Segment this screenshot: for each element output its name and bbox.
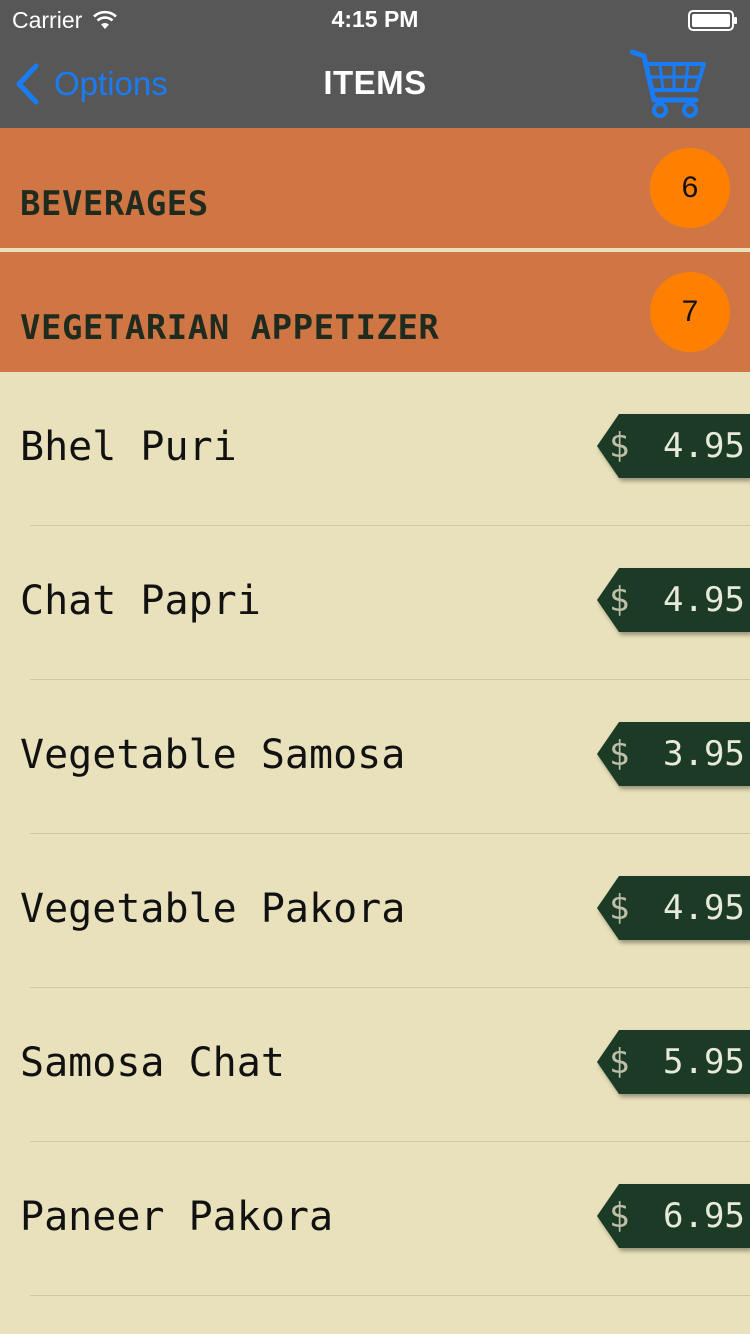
item-list: Bhel Puri $ 4.95 Chat Papri $ 4.95 Veget… xyxy=(0,372,750,1296)
price-currency: $ xyxy=(609,1196,630,1236)
price-tag: $ 4.95 xyxy=(597,568,750,632)
price-tag: $ 5.95 xyxy=(597,1030,750,1094)
item-name: Bhel Puri xyxy=(20,424,237,470)
status-bar: Carrier 4:15 PM xyxy=(0,0,750,40)
list-item[interactable]: Chat Papri $ 4.95 xyxy=(0,526,750,680)
list-item[interactable]: Vegetable Pakora $ 4.95 xyxy=(0,834,750,988)
price-value: 3.95 xyxy=(663,734,745,774)
item-name: Vegetable Pakora xyxy=(20,886,406,932)
price-tag: $ 4.95 xyxy=(597,876,750,940)
price-value: 5.95 xyxy=(663,1042,745,1082)
price-value: 6.95 xyxy=(663,1196,745,1236)
price-tag: $ 3.95 xyxy=(597,722,750,786)
list-item[interactable]: Bhel Puri $ 4.95 xyxy=(0,372,750,526)
price-currency: $ xyxy=(609,1042,630,1082)
price-tag: $ 6.95 xyxy=(597,1184,750,1248)
list-item[interactable]: Vegetable Samosa $ 3.95 xyxy=(0,680,750,834)
item-name: Samosa Chat xyxy=(20,1040,285,1086)
divider xyxy=(30,1295,750,1296)
price-currency: $ xyxy=(609,580,630,620)
category-header-vegetarian-appetizer[interactable]: VEGETARIAN APPETIZER 7 xyxy=(0,252,750,372)
item-name: Vegetable Samosa xyxy=(20,732,406,778)
list-item[interactable]: Paneer Pakora $ 6.95 xyxy=(0,1142,750,1296)
price-value: 4.95 xyxy=(663,426,745,466)
price-value: 4.95 xyxy=(663,580,745,620)
item-name: Paneer Pakora xyxy=(20,1194,334,1240)
price-currency: $ xyxy=(609,426,630,466)
shopping-cart-icon[interactable] xyxy=(630,46,708,120)
price-value: 4.95 xyxy=(663,888,745,928)
navigation-bar: Options ITEMS xyxy=(0,40,750,128)
category-title: BEVERAGES xyxy=(20,184,209,224)
count-badge: 6 xyxy=(650,148,730,228)
battery-icon xyxy=(688,10,737,31)
item-name: Chat Papri xyxy=(20,578,261,624)
price-currency: $ xyxy=(609,888,630,928)
status-time: 4:15 PM xyxy=(331,6,419,32)
count-badge: 7 xyxy=(650,272,730,352)
category-header-beverages[interactable]: BEVERAGES 6 xyxy=(0,128,750,248)
list-item[interactable]: Samosa Chat $ 5.95 xyxy=(0,988,750,1142)
price-currency: $ xyxy=(609,734,630,774)
price-tag: $ 4.95 xyxy=(597,414,750,478)
category-title: VEGETARIAN APPETIZER xyxy=(20,308,440,348)
